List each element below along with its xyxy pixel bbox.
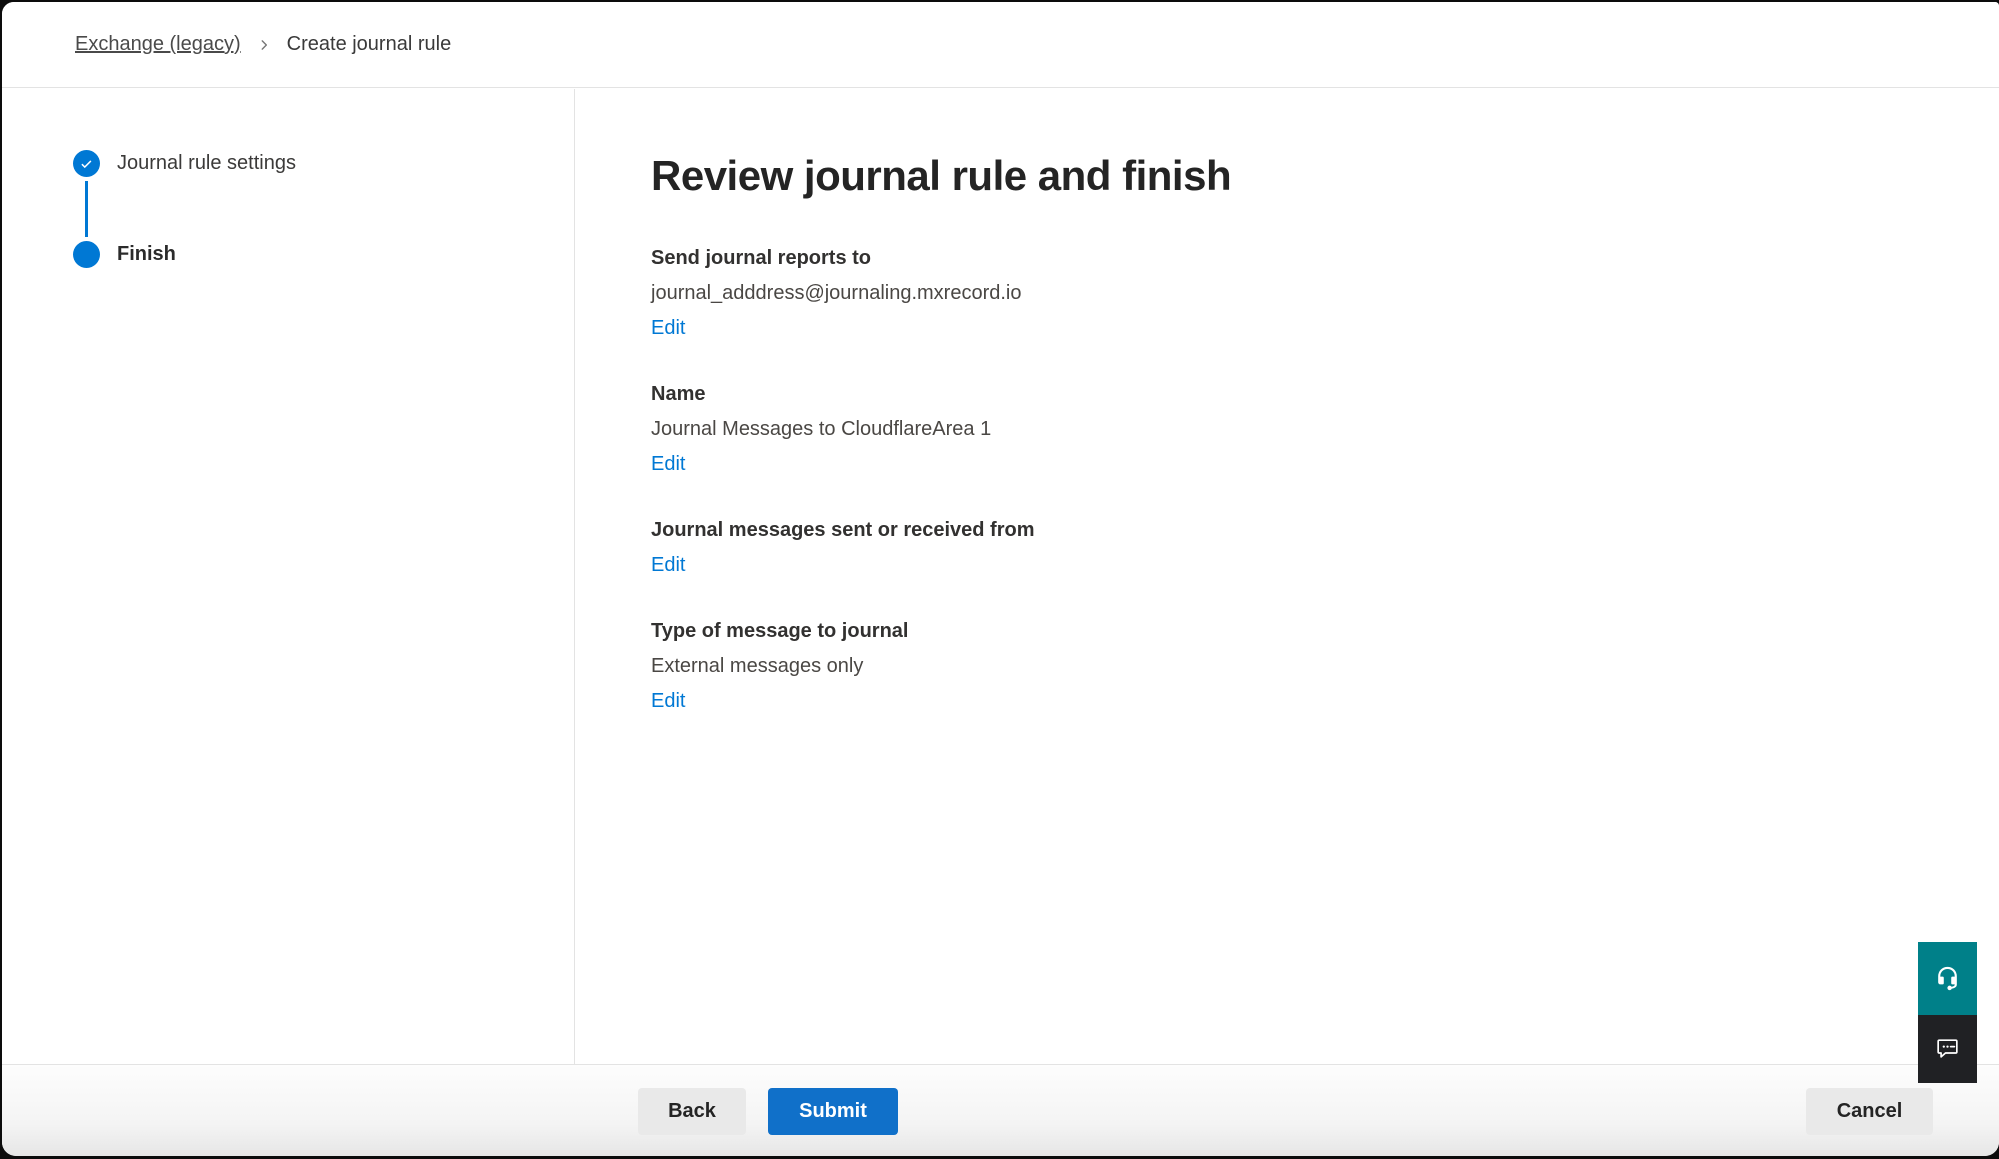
edit-link[interactable]: Edit — [651, 447, 685, 482]
edit-link[interactable]: Edit — [651, 684, 685, 719]
review-section: Type of message to journal External mess… — [651, 614, 1959, 719]
section-label: Journal messages sent or received from — [651, 513, 1959, 548]
back-button[interactable]: Back — [638, 1088, 746, 1135]
page-title: Review journal rule and finish — [651, 152, 1959, 200]
step-connector-line — [85, 181, 88, 237]
edit-link[interactable]: Edit — [651, 548, 685, 583]
help-button[interactable] — [1918, 942, 1977, 1015]
section-value: Journal Messages to CloudflareArea 1 — [651, 412, 1959, 447]
step-label: Finish — [117, 241, 176, 268]
step-current-dot-icon — [73, 241, 100, 268]
review-section: Send journal reports to journal_adddress… — [651, 241, 1959, 346]
wizard-steps-panel: Journal rule settings Finish — [2, 89, 575, 1065]
section-label: Type of message to journal — [651, 614, 1959, 649]
headset-icon — [1934, 964, 1961, 994]
wizard-step-finish: Finish — [73, 241, 574, 268]
review-sections: Send journal reports to journal_adddress… — [651, 241, 1959, 719]
cancel-button[interactable]: Cancel — [1806, 1088, 1933, 1135]
section-label: Send journal reports to — [651, 241, 1959, 276]
feedback-icon — [1934, 1034, 1961, 1064]
section-value: External messages only — [651, 649, 1959, 684]
screen: Exchange (legacy) Create journal rule Jo… — [0, 0, 1999, 1159]
review-section: Journal messages sent or received from E… — [651, 513, 1959, 583]
step-label: Journal rule settings — [117, 150, 296, 177]
step-completed-check-icon — [73, 150, 100, 177]
content-area: Journal rule settings Finish Review jour… — [2, 89, 1999, 1065]
review-panel: Review journal rule and finish Send jour… — [575, 89, 1999, 1065]
chevron-right-icon — [257, 38, 271, 52]
feedback-button[interactable] — [1918, 1015, 1977, 1083]
section-value: journal_adddress@journaling.mxrecord.io — [651, 276, 1959, 311]
submit-button[interactable]: Submit — [768, 1088, 898, 1135]
footer-action-bar: Back Submit Cancel — [2, 1064, 1999, 1156]
edit-link[interactable]: Edit — [651, 311, 685, 346]
review-section: Name Journal Messages to CloudflareArea … — [651, 377, 1959, 482]
app-window: Exchange (legacy) Create journal rule Jo… — [2, 2, 1999, 1156]
breadcrumb-current: Create journal rule — [287, 33, 452, 56]
wizard-step-journal-rule-settings[interactable]: Journal rule settings — [73, 150, 574, 177]
section-label: Name — [651, 377, 1959, 412]
breadcrumb-parent-link[interactable]: Exchange (legacy) — [75, 33, 241, 56]
breadcrumb: Exchange (legacy) Create journal rule — [2, 2, 1999, 88]
